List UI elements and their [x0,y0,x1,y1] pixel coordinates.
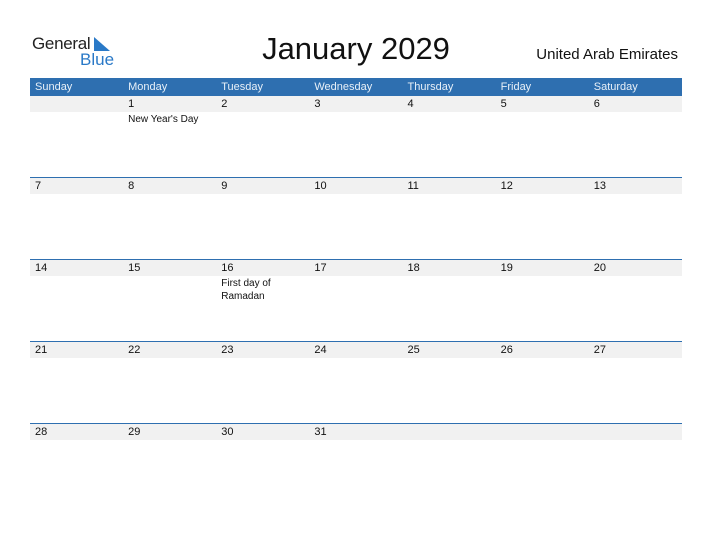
day-number [589,424,682,440]
weekday-thursday: Thursday [407,81,454,93]
holiday-label [123,276,216,303]
holiday-label [309,112,402,126]
holiday-label [309,440,402,441]
day-number: 2 [221,98,228,110]
calendar-grid: Sunday Monday Tuesday Wednesday Thursday… [30,78,682,505]
weekday-friday: Friday [500,81,532,93]
country-label: United Arab Emirates [536,46,678,63]
day-number: 6 [593,98,600,110]
weekday-saturday: Saturday [593,81,638,93]
holiday-label [30,358,123,359]
day-number: 5 [500,98,507,110]
day-number: 11 [407,180,419,192]
week-row: 14 15 16 17 18 19 20 First day of Ramadan [30,259,682,341]
day-number: 31 [314,426,327,438]
day-number: 13 [593,180,606,192]
day-number: 21 [35,344,48,356]
weekday-header: Sunday Monday Tuesday Wednesday Thursday… [30,78,682,96]
holiday-label [589,112,682,126]
week-row: 7 8 9 10 11 12 13 [30,177,682,259]
day-number: 19 [500,262,513,274]
events-row [30,358,682,359]
day-number: 12 [500,180,513,192]
day-number: 15 [128,262,141,274]
holiday-label: First day of Ramadan [221,278,271,302]
weekday-monday: Monday [128,81,168,93]
holiday-label [216,358,309,359]
weekday-tuesday: Tuesday [221,81,264,93]
day-number: 25 [407,344,420,356]
holiday-label [589,358,682,359]
holiday-label [216,112,309,126]
holiday-label [589,276,682,303]
holiday-label [403,194,496,195]
holiday-label [403,358,496,359]
date-strip: 7 8 9 10 11 12 13 [30,178,682,194]
day-number: 1 [128,98,135,110]
holiday-label [403,112,496,126]
day-number: 20 [593,262,606,274]
holiday-label [216,440,309,441]
week-row: 28 29 30 31 [30,423,682,505]
holiday-label [403,276,496,303]
day-number: 29 [128,426,141,438]
day-number: 26 [500,344,513,356]
day-number: 18 [407,262,420,274]
day-number [30,96,123,112]
day-number: 17 [314,262,327,274]
holiday-label: New Year's Day [128,114,199,125]
week-row: 21 22 23 24 25 26 27 [30,341,682,423]
day-number: 14 [35,262,48,274]
day-number: 10 [314,180,327,192]
day-number: 7 [35,180,42,192]
holiday-label [496,276,589,303]
holiday-label [309,358,402,359]
holiday-label [30,440,123,441]
events-row [30,440,682,441]
holiday-label [496,112,589,126]
holiday-label [403,440,496,441]
weekday-wednesday: Wednesday [314,81,373,93]
day-number [403,424,496,440]
date-strip: 28 29 30 31 [30,424,682,440]
holiday-label [589,194,682,195]
holiday-label [123,440,216,441]
holiday-label [309,194,402,195]
weekday-sunday: Sunday [35,81,73,93]
day-number: 27 [593,344,606,356]
holiday-label [30,194,123,195]
week-row: 1 2 3 4 5 6 New Year's Day [30,96,682,177]
holiday-label [309,276,402,303]
events-row: New Year's Day [30,112,682,126]
holiday-label [123,194,216,195]
date-strip: 21 22 23 24 25 26 27 [30,342,682,358]
holiday-label [30,112,123,126]
holiday-label [589,440,682,441]
day-number: 23 [221,344,234,356]
day-number: 30 [221,426,234,438]
day-number: 8 [128,180,135,192]
holiday-label [216,194,309,195]
day-number [496,424,589,440]
date-strip: 14 15 16 17 18 19 20 [30,260,682,276]
holiday-label [496,440,589,441]
holiday-label [496,194,589,195]
holiday-label [496,358,589,359]
day-number: 9 [221,180,228,192]
holiday-label [30,276,123,303]
day-number: 24 [314,344,327,356]
day-number: 28 [35,426,48,438]
day-number: 22 [128,344,141,356]
holiday-label [123,358,216,359]
day-number: 3 [314,98,321,110]
day-number: 4 [407,98,414,110]
day-number: 16 [221,262,234,274]
events-row: First day of Ramadan [30,276,682,303]
events-row [30,194,682,195]
date-strip: 1 2 3 4 5 6 [30,96,682,112]
